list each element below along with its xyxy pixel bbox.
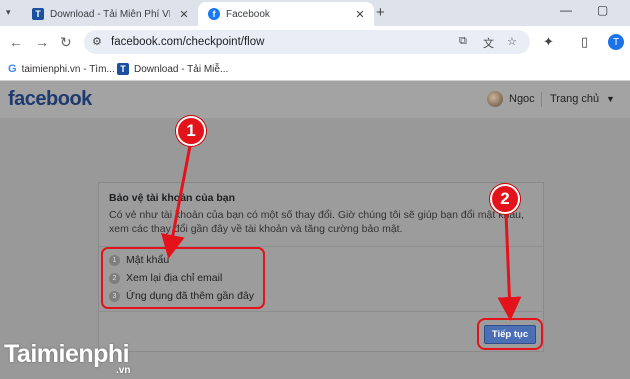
tab-search-icon[interactable]: ▾ (6, 7, 11, 18)
translate-icon[interactable]: 文 (483, 35, 494, 51)
reload-icon[interactable]: ↻ (60, 34, 72, 51)
close-icon[interactable]: ✕ (176, 8, 192, 21)
bookmark-item[interactable]: T Download - Tải Miễ... (117, 63, 228, 75)
facebook-logo[interactable]: facebook (8, 88, 92, 111)
tab-title: Download - Tải Miễn Phí VN - (50, 8, 170, 20)
bookmark-label: taimienphi.vn - Tìm... (21, 63, 115, 75)
step-number: 3 (109, 290, 120, 302)
dropdown-icon[interactable]: ▼ (606, 94, 615, 104)
callout-badge-1: 1 (176, 116, 206, 146)
watermark-suffix: .vn (116, 365, 131, 376)
watermark-text: Taimienphi (4, 340, 130, 368)
bookmark-star-icon[interactable]: ☆ (507, 35, 517, 48)
step-number: 2 (109, 272, 120, 284)
sidepanel-icon[interactable]: ▯ (581, 34, 588, 50)
checkpoint-dialog: Bảo vệ tài khoản của bạn Có vẻ như tài k… (98, 182, 544, 352)
step-number: 1 (109, 254, 120, 266)
address-bar[interactable]: ⚙ facebook.com/checkpoint/flow ⧉ 文 ☆ (84, 30, 530, 54)
watermark-logo: Taimienphi .vn (4, 340, 131, 376)
browser-toolbar: ← → ↻ ⚙ facebook.com/checkpoint/flow ⧉ 文… (0, 26, 630, 59)
back-icon[interactable]: ← (9, 34, 23, 50)
steps-list-highlight: 1 Mật khẩu 2 Xem lại địa chỉ email 3 Ứng… (101, 247, 265, 309)
user-name-link[interactable]: Ngoc (509, 93, 535, 105)
step-item: 3 Ứng dụng đã thêm gần đây (109, 290, 254, 302)
url-text: facebook.com/checkpoint/flow (111, 36, 265, 48)
dialog-title: Bảo vệ tài khoản của bạn (109, 192, 236, 204)
divider (99, 311, 543, 312)
google-icon: G (8, 63, 17, 75)
bookmark-label: Download - Tải Miễ... (134, 63, 229, 75)
minimize-icon[interactable]: — (560, 3, 572, 17)
taimienphi-icon: T (32, 8, 44, 20)
step-item: 2 Xem lại địa chỉ email (109, 272, 222, 284)
tab-strip: ▾ T Download - Tải Miễn Phí VN - ✕ f Fac… (0, 0, 630, 26)
step-label: Mật khẩu (126, 254, 170, 266)
taimienphi-icon: T (117, 63, 129, 75)
close-icon[interactable]: ✕ (352, 8, 368, 21)
step-item: 1 Mật khẩu (109, 254, 169, 266)
site-info-icon[interactable]: ⚙ (92, 35, 102, 48)
bookmark-item[interactable]: G taimienphi.vn - Tìm... (8, 63, 115, 75)
home-link[interactable]: Trang chủ (550, 93, 599, 105)
forward-icon[interactable]: → (35, 34, 49, 50)
facebook-icon: f (208, 8, 220, 20)
maximize-icon[interactable]: ▢ (597, 3, 608, 17)
tab-facebook[interactable]: f Facebook ✕ (198, 2, 374, 26)
facebook-header: facebook Ngoc Trang chủ ▼ (0, 81, 630, 118)
bookmarks-bar: G taimienphi.vn - Tìm... T Download - Tả… (0, 59, 630, 81)
continue-button[interactable]: Tiếp tục (484, 325, 536, 344)
dialog-description: Có vẻ như tài khoản của bạn có một số th… (109, 209, 524, 235)
extensions-icon[interactable]: ✦ (543, 34, 554, 50)
callout-badge-2: 2 (490, 184, 520, 214)
new-tab-icon[interactable]: + (376, 4, 385, 21)
step-label: Ứng dụng đã thêm gần đây (126, 290, 255, 302)
divider (541, 92, 542, 107)
profile-avatar[interactable]: T (608, 34, 624, 50)
install-icon[interactable]: ⧉ (459, 35, 467, 48)
continue-highlight: Tiếp tục (477, 318, 543, 350)
user-avatar[interactable] (487, 91, 503, 107)
tab-download[interactable]: T Download - Tải Miễn Phí VN - ✕ (22, 2, 198, 26)
tab-title: Facebook (226, 8, 270, 20)
step-label: Xem lại địa chỉ email (126, 272, 223, 284)
